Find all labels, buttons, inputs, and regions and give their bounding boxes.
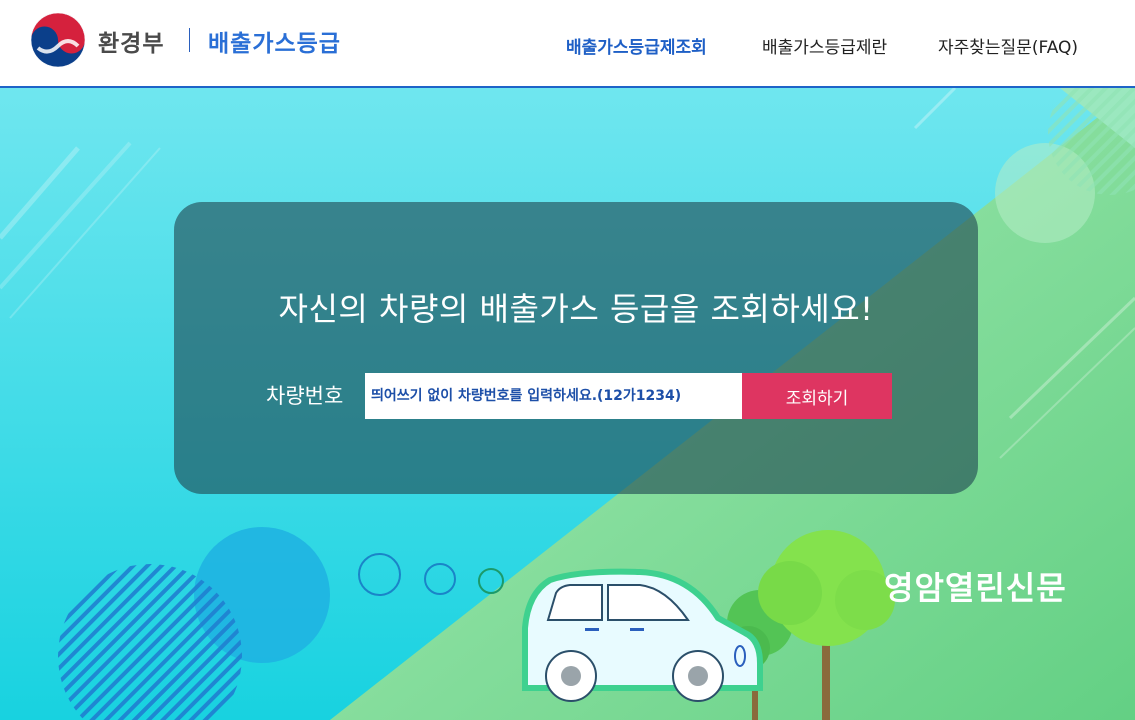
hero-headline: 자신의 차량의 배출가스 등급을 조회하세요! <box>278 290 874 328</box>
plate-number-label: 차량번호 <box>266 384 344 408</box>
search-panel: 자신의 차량의 배출가스 등급을 조회하세요! 차량번호 조회하기 <box>174 202 978 494</box>
slider-dot-2[interactable] <box>424 563 456 595</box>
slider-dot-1[interactable] <box>358 553 401 596</box>
nav-faq[interactable]: 자주찾는질문(FAQ) <box>938 33 1078 58</box>
search-button[interactable]: 조회하기 <box>742 373 892 419</box>
site-header: 환경부 배출가스등급 배출가스등급제조회 배출가스등급제란 자주찾는질문(FAQ… <box>0 0 1135 88</box>
brand-divider <box>189 28 190 52</box>
nav-emission-grade-about[interactable]: 배출가스등급제란 <box>762 33 887 58</box>
government-emblem-icon[interactable] <box>30 12 86 68</box>
ministry-name[interactable]: 환경부 <box>98 24 164 58</box>
watermark-text: 영암열린신문 <box>884 569 1067 607</box>
page: 환경부 배출가스등급 배출가스등급제조회 배출가스등급제란 자주찾는질문(FAQ… <box>0 0 1135 720</box>
service-name[interactable]: 배출가스등급 <box>208 24 341 58</box>
slider-dot-3[interactable] <box>478 568 504 594</box>
hero-section: 자신의 차량의 배출가스 등급을 조회하세요! 차량번호 조회하기 영암열린신문 <box>0 88 1135 720</box>
plate-number-input[interactable] <box>365 373 742 419</box>
nav-emission-grade-lookup[interactable]: 배출가스등급제조회 <box>566 33 707 58</box>
